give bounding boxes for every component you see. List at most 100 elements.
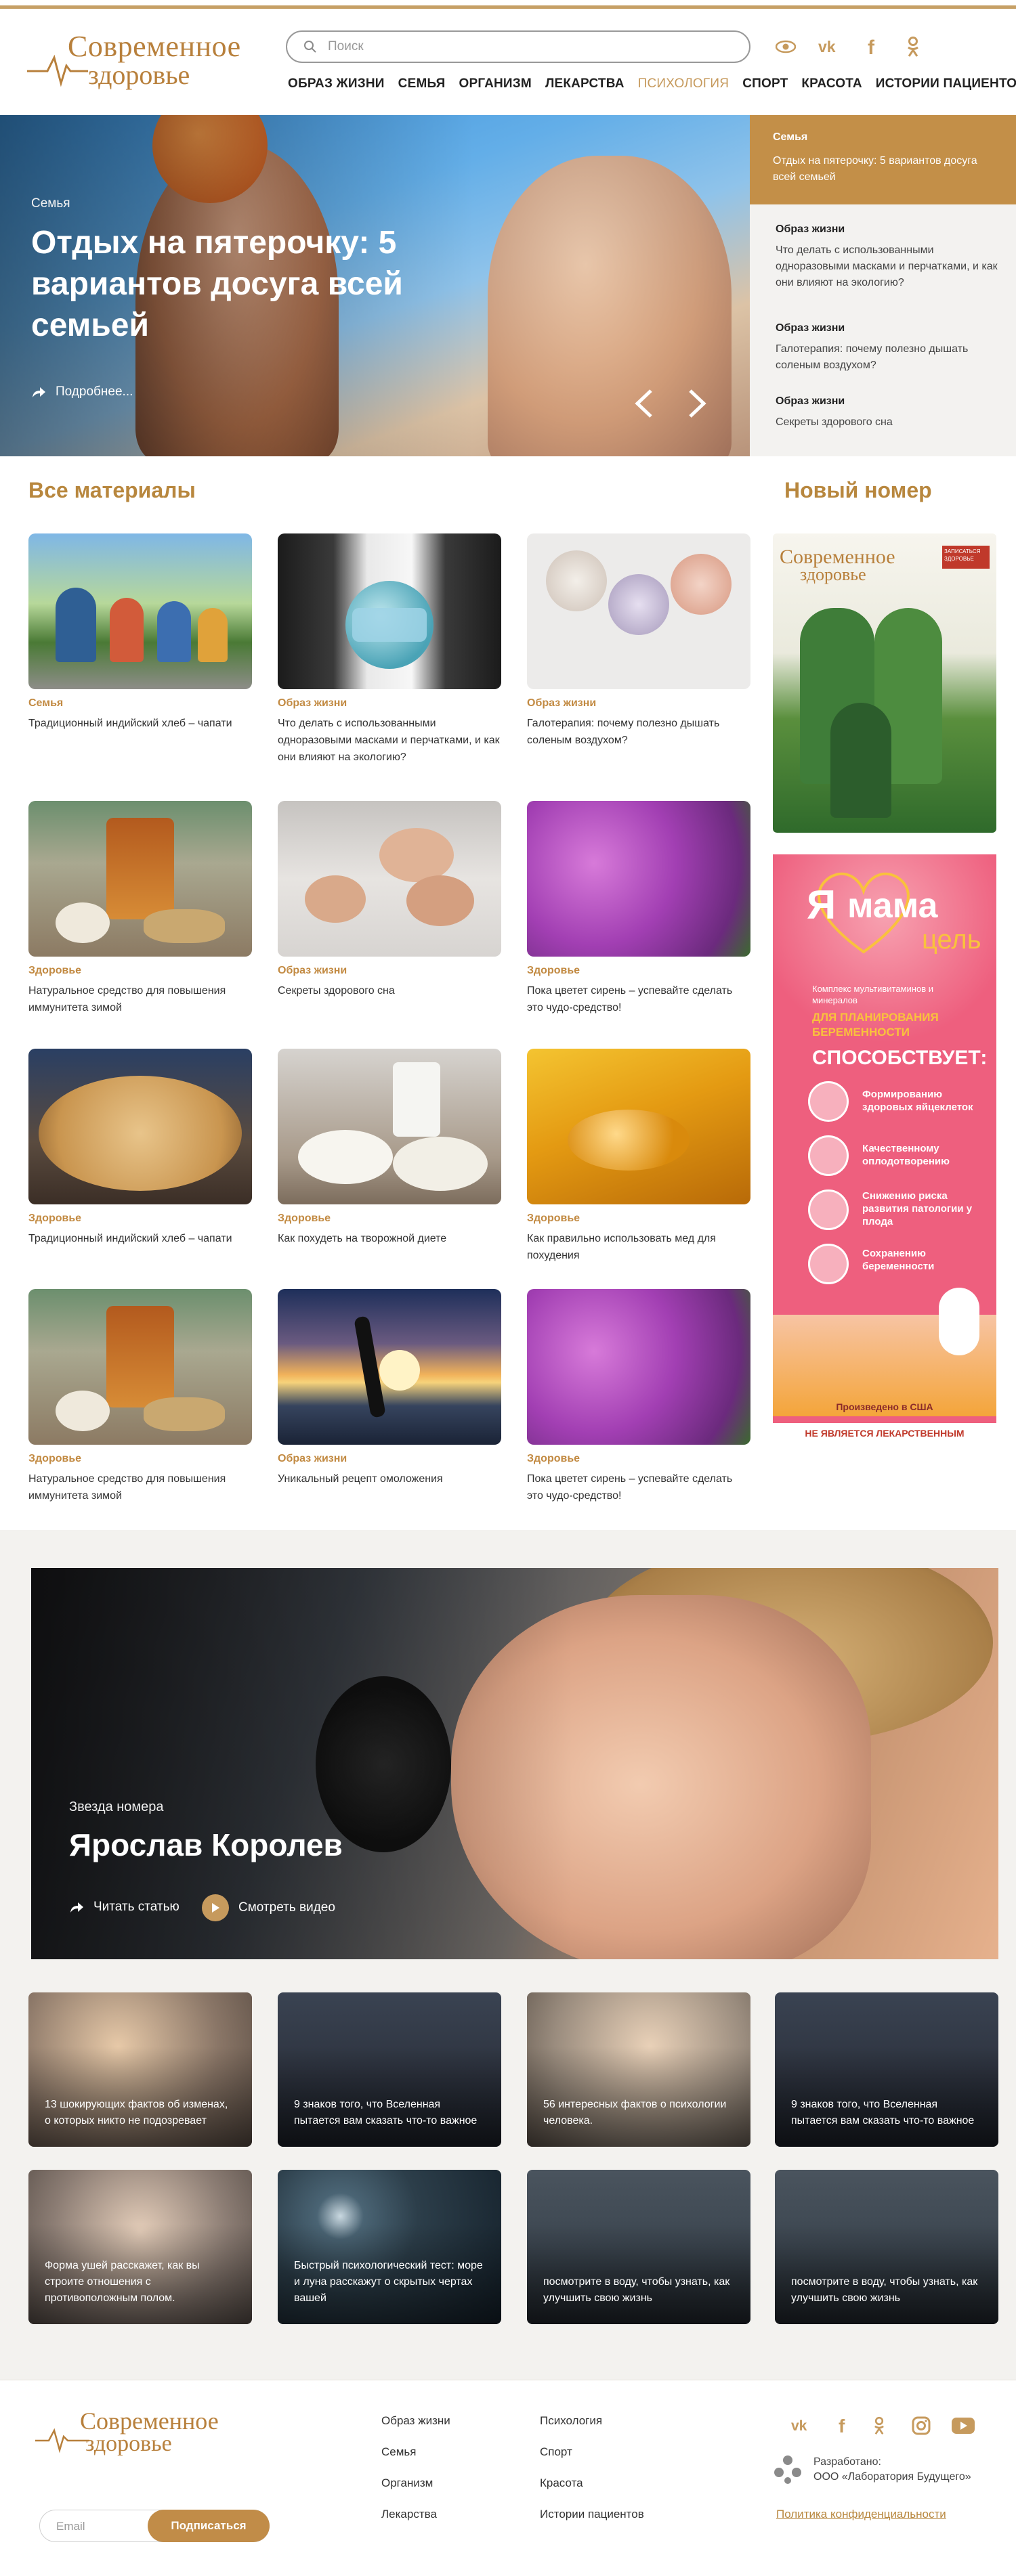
article-category[interactable]: Здоровье [527,1453,750,1465]
hero-more-link[interactable]: Подробнее... [31,385,133,399]
search-bar[interactable] [286,30,750,63]
psychology-tile[interactable]: Быстрый психологический тест: море и лун… [278,2170,501,2324]
vk-icon[interactable]: vk [817,33,844,60]
footer-link-patient-stories[interactable]: Истории пациентов [540,2508,644,2521]
article-category[interactable]: Здоровье [527,1213,750,1225]
ad-banner-yamama[interactable]: Я мама цель Комплекс мультивитаминов и м… [773,854,996,1443]
psychology-tile[interactable]: 56 интересных фактов о психологии челове… [527,1992,750,2147]
nav-item-family[interactable]: СЕМЬЯ [398,77,446,98]
footer-link-family[interactable]: Семья [381,2445,416,2459]
psychology-tile[interactable]: посмотрите в воду, чтобы узнать, как улу… [527,2170,750,2324]
article-card[interactable]: Образ жизни Что делать с использованными… [278,533,501,766]
article-category[interactable]: Образ жизни [278,697,501,710]
nav-item-psychology[interactable]: ПСИХОЛОГИЯ [638,77,729,98]
article-category[interactable]: Здоровье [527,965,750,977]
developer-name[interactable]: ООО «Лаборатория Будущего» [813,2471,971,2483]
chevron-left-icon[interactable] [630,387,657,420]
facebook-icon[interactable]: f [859,33,886,60]
eye-icon[interactable] [772,33,799,60]
privacy-policy-link[interactable]: Политика конфиденциальности [776,2508,946,2521]
article-category[interactable]: Здоровье [28,1213,252,1225]
psychology-tile[interactable]: посмотрите в воду, чтобы узнать, как улу… [775,2170,998,2324]
article-category[interactable]: Образ жизни [527,697,750,710]
hero-slider[interactable]: Семья Отдых на пятерочку: 5 вариантов до… [0,115,750,456]
footer-link-beauty[interactable]: Красота [540,2476,583,2490]
psychology-tile[interactable]: 9 знаков того, что Вселенная пытается ва… [278,1992,501,2147]
article-title[interactable]: Натуральное средство для повышения иммун… [28,982,252,1016]
article-category[interactable]: Здоровье [28,1453,252,1465]
article-card[interactable]: Здоровье Натуральное средство для повыше… [28,1289,252,1504]
hero-side-list: Образ жизни Что делать с использованными… [750,204,1016,456]
nav-item-body[interactable]: ОРГАНИЗМ [459,77,531,98]
article-image-chapati [28,1049,252,1204]
facebook-icon[interactable]: f [830,2414,855,2438]
article-category[interactable]: Образ жизни [278,965,501,977]
psychology-tile[interactable]: Форма ушей расскажет, как вы строите отн… [28,2170,252,2324]
article-title[interactable]: Как похудеть на творожной диете [278,1230,501,1247]
article-card[interactable]: Семья Традиционный индийский хлеб – чапа… [28,533,252,732]
star-of-issue-banner[interactable]: Звезда номера Ярослав Королев Читать ста… [31,1568,998,1959]
article-card[interactable]: Здоровье Натуральное средство для повыше… [28,801,252,1016]
email-input[interactable] [56,2518,158,2535]
article-title[interactable]: Натуральное средство для повышения иммун… [28,1470,252,1504]
article-card[interactable]: Здоровье Традиционный индийский хлеб – ч… [28,1049,252,1247]
nav-item-lifestyle[interactable]: ОБРАЗ ЖИЗНИ [288,77,385,98]
hero-side-item-active[interactable]: Семья Отдых на пятерочку: 5 вариантов до… [750,115,1016,204]
article-title[interactable]: Как правильно использовать мед для похуд… [527,1230,750,1264]
odnoklassniki-icon[interactable] [867,2414,891,2438]
hero-side-item[interactable]: Образ жизни Галотерапия: почему полезно … [776,322,999,374]
article-category[interactable]: Здоровье [278,1213,501,1225]
article-category[interactable]: Здоровье [28,965,252,977]
article-category[interactable]: Семья [28,697,252,710]
star-name[interactable]: Ярослав Королев [69,1827,343,1863]
article-card[interactable]: Образ жизни Галотерапия: почему полезно … [527,533,750,749]
instagram-icon[interactable] [909,2414,933,2438]
subscribe-button[interactable]: Подписаться [148,2510,270,2542]
article-title[interactable]: Что делать с использованными одноразовым… [278,715,501,766]
vk-icon[interactable]: vk [790,2414,814,2438]
hero-title[interactable]: Отдых на пятерочку: 5 вариантов досуга в… [31,222,465,346]
youtube-icon[interactable] [951,2414,975,2438]
hero-side-item[interactable]: Образ жизни Что делать с использованными… [776,223,999,291]
article-title[interactable]: Традиционный индийский хлеб – чапати [28,1230,252,1247]
article-title[interactable]: Пока цветет сирень – успевайте сделать э… [527,982,750,1016]
article-image-sunset-woman [278,1289,501,1445]
article-title[interactable]: Пока цветет сирень – успевайте сделать э… [527,1470,750,1504]
nav-item-medicines[interactable]: ЛЕКАРСТВА [545,77,625,98]
footer-link-sport[interactable]: Спорт [540,2445,572,2459]
article-card[interactable]: Образ жизни Секреты здорового сна [278,801,501,999]
article-card[interactable]: Образ жизни Уникальный рецепт омоложения [278,1289,501,1487]
hero-category[interactable]: Семья [31,196,70,211]
footer-link-medicines[interactable]: Лекарства [381,2508,437,2521]
hero-side-item[interactable]: Образ жизни Секреты здорового сна [776,395,999,431]
nav-item-beauty[interactable]: КРАСОТА [801,77,862,98]
article-card[interactable]: Здоровье Пока цветет сирень – успевайте … [527,801,750,1016]
footer-link-body[interactable]: Организм [381,2476,433,2490]
footer-logo[interactable]: Современное здоровье [35,2407,266,2468]
footer-link-lifestyle[interactable]: Образ жизни [381,2414,450,2428]
chevron-right-icon[interactable] [684,387,711,420]
ad-contributes-text: СПОСОБСТВУЕТ: [812,1047,988,1069]
article-card[interactable]: Здоровье Пока цветет сирень – успевайте … [527,1289,750,1504]
psychology-tile[interactable]: 9 знаков того, что Вселенная пытается ва… [775,1992,998,2147]
odnoklassniki-icon[interactable] [899,33,927,60]
star-subtitle: Звезда номера [69,1799,164,1814]
search-input[interactable] [328,37,734,56]
article-title[interactable]: Галотерапия: почему полезно дышать солен… [527,715,750,749]
article-title[interactable]: Традиционный индийский хлеб – чапати [28,715,252,732]
article-category[interactable]: Образ жизни [278,1453,501,1465]
nav-item-sport[interactable]: СПОРТ [742,77,788,98]
article-title[interactable]: Уникальный рецепт омоложения [278,1470,501,1487]
new-issue-cover[interactable]: Современное здоровье ЗАПИСАТЬСЯ ЗДОРОВЬЕ [773,533,996,833]
footer-link-psychology[interactable]: Психология [540,2414,602,2428]
read-article-link[interactable]: Читать статью [69,1900,179,1915]
article-card[interactable]: Здоровье Как похудеть на творожной диете [278,1049,501,1247]
psychology-tile[interactable]: 13 шокирующих фактов об изменах, о котор… [28,1992,252,2147]
watch-video-link[interactable]: Смотреть видео [202,1894,335,1921]
article-card[interactable]: Здоровье Как правильно использовать мед … [527,1049,750,1264]
site-logo[interactable]: Современное здоровье [27,29,257,104]
nav-item-patient-stories[interactable]: ИСТОРИИ ПАЦИЕНТОВ [876,77,1016,98]
article-title[interactable]: Секреты здорового сна [278,982,501,999]
logo-text-line2: здоровье [88,60,190,90]
ad-complex-text: Комплекс мультивитаминов и минералов [812,984,933,1005]
